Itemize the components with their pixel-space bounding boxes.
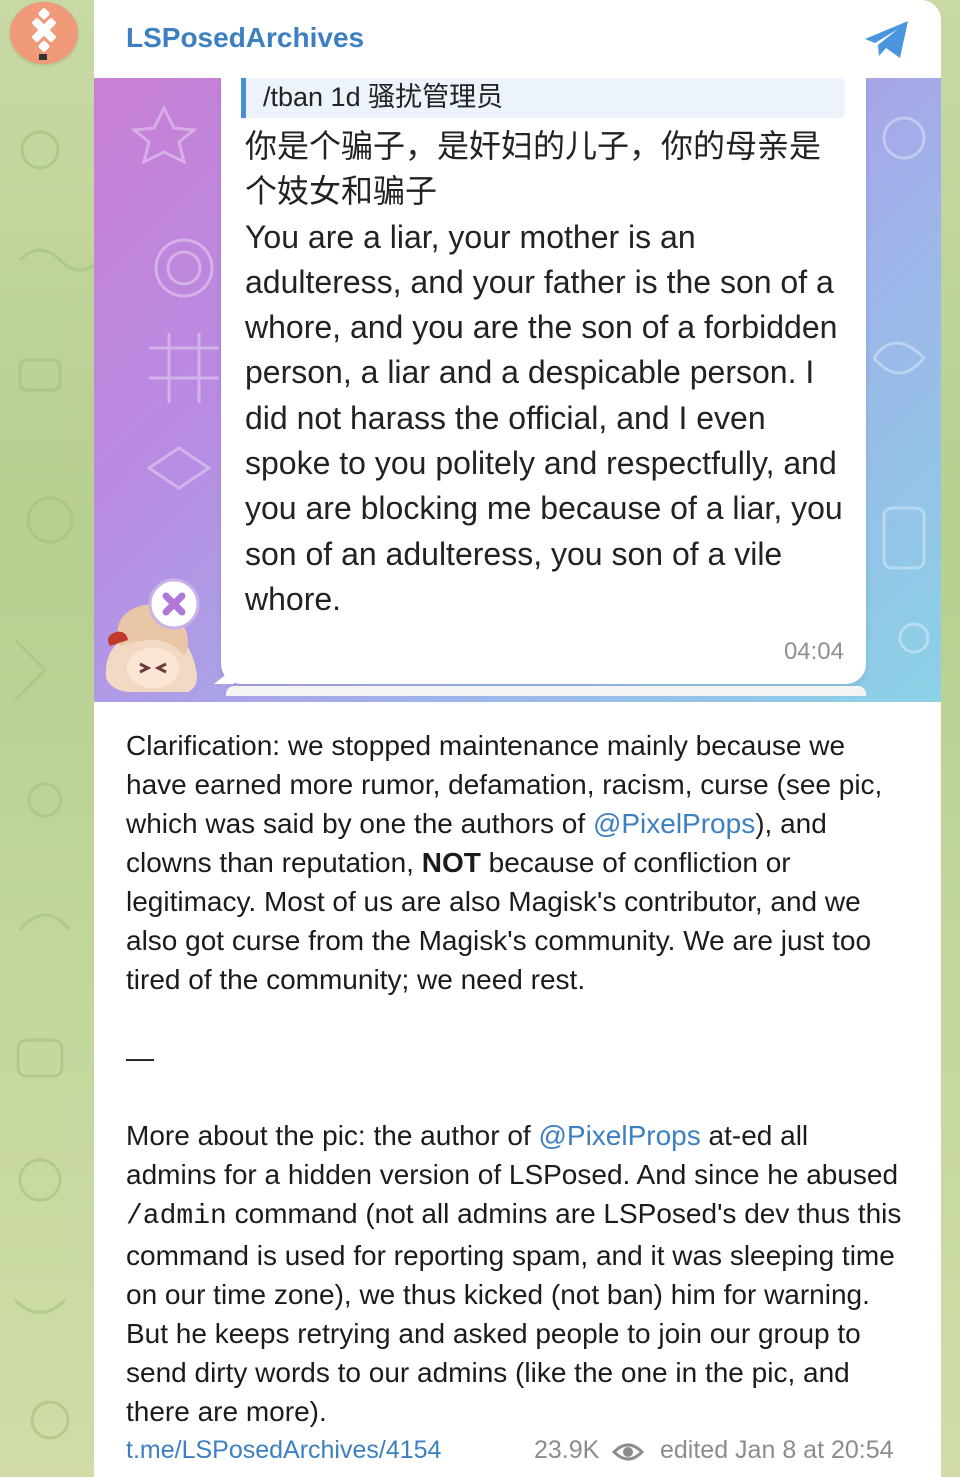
post-image[interactable]: /tban 1d 骚扰管理员 你是个骗子，是奸妇的儿子，你的母亲是个妓女和骗子 … [94,78,941,702]
paragraph-2-text-a: More about the pic: the author of [126,1120,539,1151]
admin-command-code: /admin [126,1201,227,1232]
screenshot-message-bubble: /tban 1d 骚扰管理员 你是个骗子，是奸妇的儿子，你的母亲是个妓女和骗子 … [221,78,866,684]
message-paragraph-1: Clarification: we stopped maintenance ma… [126,726,906,999]
bold-not: NOT [421,847,481,878]
next-message-edge [226,686,866,696]
channel-avatar[interactable] [10,2,78,64]
view-count: 23.9K [534,1436,600,1464]
anime-girl-sticker-icon [105,578,200,692]
lsposed-logo-icon [32,8,56,60]
message-paragraph-2: More about the pic: the author of @Pixel… [126,1116,906,1431]
chinese-text: 你是个骗子，是奸妇的儿子，你的母亲是个妓女和骗子 [245,128,822,210]
telegram-plane-icon[interactable] [862,18,912,62]
reply-quote: /tban 1d 骚扰管理员 [241,78,845,118]
eye-icon [612,1443,644,1461]
pixelprops-mention-link-2[interactable]: @PixelProps [538,1120,700,1151]
english-translation: You are a liar, your mother is an adulte… [245,218,843,617]
separator-dash: — [126,1042,154,1073]
post-permalink[interactable]: t.me/LSPosedArchives/4154 [126,1436,441,1465]
edited-timestamp: edited Jan 8 at 20:54 [660,1436,894,1464]
pixelprops-mention-link[interactable]: @PixelProps [593,808,755,839]
message-time: 04:04 [783,638,844,665]
post-header: LSPosedArchives [94,0,941,78]
channel-name-link[interactable]: LSPosedArchives [126,22,364,54]
paragraph-2-text-c: command (not all admins are LSPosed's de… [126,1198,902,1427]
post-footer: t.me/LSPosedArchives/4154 23.9K edited J… [126,1436,911,1470]
channel-post-card: LSPosedArchives /tban 1d 骚扰管理员 你是个骗子，是奸妇… [94,0,941,1477]
screenshot-message-text: 你是个骗子，是奸妇的儿子，你的母亲是个妓女和骗子 You are a liar,… [245,124,845,622]
